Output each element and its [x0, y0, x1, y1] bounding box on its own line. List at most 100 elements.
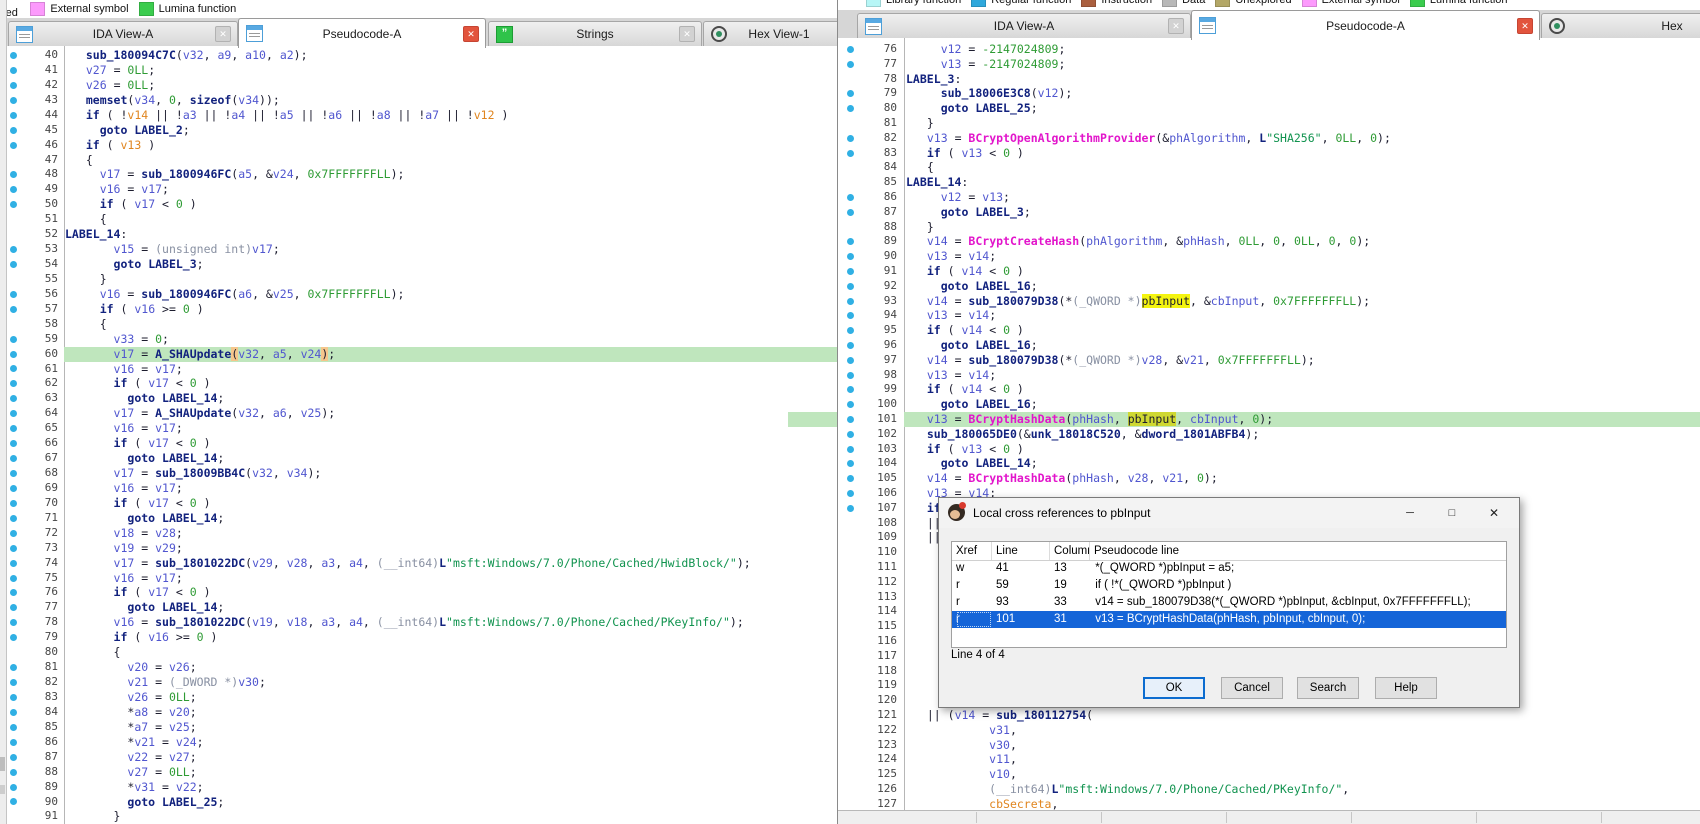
- code-line: goto LABEL_14;: [72, 451, 224, 466]
- code-line-dot: [847, 298, 854, 305]
- tab-ida-view-a[interactable]: IDA View-A ✕: [857, 13, 1191, 38]
- tab-pseudocode-a[interactable]: Pseudocode-A ✕: [1191, 10, 1540, 40]
- code-line: goto LABEL_2;: [72, 123, 190, 138]
- line-number: 94: [859, 308, 897, 323]
- line-number: 87: [24, 750, 58, 765]
- close-icon[interactable]: ✕: [215, 26, 231, 42]
- dialog-title: Local cross references to pbInput: [973, 506, 1150, 520]
- close-icon[interactable]: ✕: [1168, 18, 1184, 34]
- legend-swatch: [30, 2, 45, 16]
- line-number: 58: [24, 317, 58, 332]
- maximize-icon[interactable]: □: [1435, 498, 1469, 528]
- code-line-dot: [10, 82, 17, 89]
- code-line: {: [913, 160, 934, 175]
- code-line-dot: [847, 475, 854, 482]
- col-pseudocode-line[interactable]: Pseudocode line: [1090, 542, 1506, 560]
- code-line-dot: [847, 283, 854, 290]
- line-number: 86: [24, 735, 58, 750]
- line-number: 79: [24, 630, 58, 645]
- code-line-dot: [10, 619, 17, 626]
- code-line: LABEL_14:: [906, 175, 968, 190]
- line-number: 63: [24, 391, 58, 406]
- code-line-dot: [847, 194, 854, 201]
- close-icon[interactable]: ✕: [1517, 18, 1533, 34]
- line-number: 71: [24, 511, 58, 526]
- tab-ida-view-a[interactable]: IDA View-A ✕: [8, 21, 238, 46]
- code-line: if ( v16 >= 0 ): [72, 302, 204, 317]
- code-line: goto LABEL_16;: [913, 279, 1038, 294]
- code-line-dot: [10, 500, 17, 507]
- code-line: goto LABEL_3;: [72, 257, 204, 272]
- line-number: 82: [859, 131, 897, 146]
- code-line: v31,: [913, 723, 1017, 738]
- left-tab-bar: IDA View-A ✕ Pseudocode-A ✕ ” Strings ✕ …: [0, 18, 837, 47]
- line-number: 76: [24, 585, 58, 600]
- code-line: v17 = sub_1800946FC(a5, &v24, 0x7FFFFFFF…: [72, 167, 404, 182]
- cell-column: 33: [1054, 594, 1090, 611]
- code-line-dot: [847, 490, 854, 497]
- close-icon[interactable]: ✕: [679, 26, 695, 42]
- line-number: 83: [24, 690, 58, 705]
- code-line: || (v14 = sub_180112754(: [913, 708, 1093, 723]
- code-line-dot: [10, 67, 17, 74]
- line-number: 42: [24, 78, 58, 93]
- help-button[interactable]: Help: [1375, 677, 1437, 699]
- col-column[interactable]: Column: [1050, 542, 1090, 560]
- line-number: 83: [859, 146, 897, 161]
- close-icon[interactable]: ✕: [463, 26, 479, 42]
- line-number: 51: [24, 212, 58, 227]
- code-line-dot: [847, 253, 854, 260]
- minimize-icon[interactable]: ─: [1393, 498, 1427, 528]
- tab-hex-view[interactable]: Hex: [1541, 13, 1700, 38]
- left-pseudocode-pane[interactable]: 40 sub_180094C7C(v32, a9, a10, a2);41 v2…: [0, 46, 837, 824]
- code-line-dot: [10, 112, 17, 119]
- search-button[interactable]: Search: [1297, 677, 1359, 699]
- line-number: 84: [24, 705, 58, 720]
- dialog-title-bar[interactable]: Local cross references to pbInput ─ □ ✕: [939, 498, 1519, 528]
- code-line-dot: [847, 61, 854, 68]
- close-icon[interactable]: ✕: [1477, 498, 1511, 528]
- bottom-scrollbar[interactable]: [838, 810, 1700, 824]
- line-number: 40: [24, 48, 58, 63]
- code-line: v14 = BCryptCreateHash(phAlgorithm, &phH…: [913, 234, 1370, 249]
- cell-line: 93: [996, 594, 1050, 611]
- code-line-dot: [10, 455, 17, 462]
- code-line: v11,: [913, 752, 1017, 767]
- col-xref[interactable]: Xref: [952, 542, 992, 560]
- line-number: 125: [859, 767, 897, 782]
- code-line-dot: [10, 380, 17, 387]
- legend-swatch: [1302, 0, 1317, 7]
- code-line-dot: [847, 150, 854, 157]
- xref-row[interactable]: r10131 v13 = BCryptHashData(phHash, pbIn…: [952, 611, 1506, 628]
- code-line: v14 = BCryptHashData(phHash, v28, v21, 0…: [913, 471, 1218, 486]
- list-view-icon: [1199, 17, 1216, 34]
- legend-swatch: [866, 0, 881, 7]
- code-line: }: [72, 272, 107, 287]
- line-number: 62: [24, 376, 58, 391]
- xref-row[interactable]: r5919 if ( !*(_QWORD *)pbInput ): [952, 577, 1506, 594]
- line-number: 89: [24, 780, 58, 795]
- line-number: 90: [859, 249, 897, 264]
- line-number: 122: [859, 723, 897, 738]
- xref-table[interactable]: Xref Line Column Pseudocode line w4113 *…: [951, 541, 1507, 648]
- legend-item: Data: [1162, 0, 1205, 7]
- code-line: v26 = 0LL;: [72, 78, 155, 93]
- xref-row[interactable]: r9333 v14 = sub_180079D38(*(_QWORD *)pbI…: [952, 594, 1506, 611]
- tab-pseudocode-a[interactable]: Pseudocode-A ✕: [238, 18, 486, 48]
- xref-row[interactable]: w4113 *(_QWORD *)pbInput = a5;: [952, 560, 1506, 577]
- code-line: v12 = v13;: [913, 190, 1010, 205]
- line-number: 95: [859, 323, 897, 338]
- code-line: ||: [913, 530, 941, 545]
- ok-button[interactable]: OK: [1143, 677, 1205, 699]
- code-line: goto LABEL_16;: [913, 338, 1038, 353]
- cancel-button[interactable]: Cancel: [1221, 677, 1283, 699]
- legend-item: Lumina function: [139, 2, 237, 16]
- line-number: 101: [859, 412, 897, 427]
- col-line[interactable]: Line: [992, 542, 1050, 560]
- code-line-dot: [10, 351, 17, 358]
- tab-hex-view-1[interactable]: Hex View-1: [703, 21, 837, 46]
- line-number: 79: [859, 86, 897, 101]
- tab-strings[interactable]: ” Strings ✕: [488, 21, 702, 46]
- code-line-dot: [10, 201, 17, 208]
- code-line: goto LABEL_16;: [913, 397, 1038, 412]
